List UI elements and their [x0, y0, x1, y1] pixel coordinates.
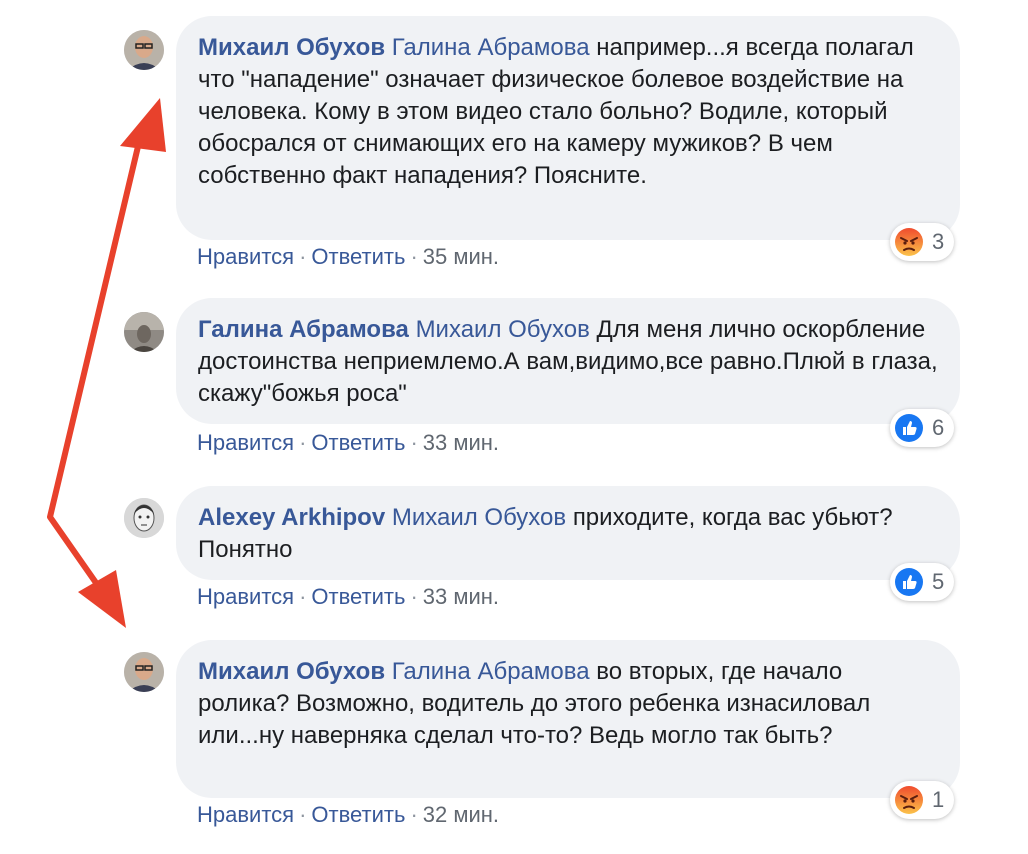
arrow-line: [47, 137, 143, 602]
comment-author[interactable]: Михаил Обухов: [198, 34, 385, 61]
comment-bubble: Галина Абрамова Михаил Обухов Для меня л…: [176, 298, 960, 424]
angry-icon: [895, 786, 923, 814]
separator-dot: ·: [410, 802, 418, 827]
like-link[interactable]: Нравится: [197, 802, 294, 827]
like-icon: [895, 414, 923, 442]
comment-timestamp[interactable]: 33 мин.: [423, 584, 499, 609]
comment-author[interactable]: Михаил Обухов: [198, 658, 385, 685]
comment-timestamp[interactable]: 35 мин.: [423, 244, 499, 269]
reaction-badge[interactable]: 5: [890, 563, 955, 601]
avatar[interactable]: [124, 30, 164, 70]
comment-mention[interactable]: Михаил Обухов: [392, 504, 566, 531]
reaction-count: 1: [932, 787, 945, 812]
like-icon: [895, 568, 923, 596]
separator-dot: ·: [299, 802, 307, 827]
avatar[interactable]: [124, 652, 164, 692]
comment-bubble: Alexey Arkhipov Михаил Обухов приходите,…: [176, 486, 960, 580]
comment-mention[interactable]: Галина Абрамова: [392, 34, 590, 61]
reply-link[interactable]: Ответить: [311, 430, 405, 455]
avatar[interactable]: [124, 312, 164, 352]
comment-author[interactable]: Галина Абрамова: [198, 316, 409, 343]
reaction-badge[interactable]: 3: [890, 223, 955, 261]
reaction-count: 3: [932, 229, 945, 254]
reaction-count: 6: [932, 415, 945, 440]
reply-link[interactable]: Ответить: [311, 584, 405, 609]
separator-dot: ·: [410, 244, 418, 269]
comment-actions: Нравится · Ответить · 35 мин.: [197, 244, 499, 270]
reaction-badge[interactable]: 6: [890, 409, 955, 447]
comment-timestamp[interactable]: 33 мин.: [423, 430, 499, 455]
comment-actions: Нравится · Ответить · 33 мин.: [197, 430, 499, 456]
comment-bubble: Михаил Обухов Галина Абрамова например..…: [176, 16, 960, 240]
arrow-head-up: [120, 98, 166, 152]
angry-icon: [895, 228, 923, 256]
separator-dot: ·: [299, 244, 307, 269]
comment-actions: Нравится · Ответить · 32 мин.: [197, 802, 499, 828]
separator-dot: ·: [299, 430, 307, 455]
comment-author[interactable]: Alexey Arkhipov: [198, 504, 385, 531]
arrow-head-down: [78, 570, 126, 628]
reaction-badge[interactable]: 1: [890, 781, 955, 819]
reply-link[interactable]: Ответить: [311, 802, 405, 827]
like-link[interactable]: Нравится: [197, 430, 294, 455]
separator-dot: ·: [410, 584, 418, 609]
comment-timestamp[interactable]: 32 мин.: [423, 802, 499, 827]
comment-actions: Нравится · Ответить · 33 мин.: [197, 584, 499, 610]
comment-mention[interactable]: Галина Абрамова: [392, 658, 590, 685]
reply-link[interactable]: Ответить: [311, 244, 405, 269]
reaction-count: 5: [932, 569, 945, 594]
like-link[interactable]: Нравится: [197, 584, 294, 609]
separator-dot: ·: [299, 584, 307, 609]
comment-bubble: Михаил Обухов Галина Абрамова во вторых,…: [176, 640, 960, 798]
comment-mention[interactable]: Михаил Обухов: [416, 316, 590, 343]
separator-dot: ·: [410, 430, 418, 455]
like-link[interactable]: Нравится: [197, 244, 294, 269]
avatar[interactable]: [124, 498, 164, 538]
